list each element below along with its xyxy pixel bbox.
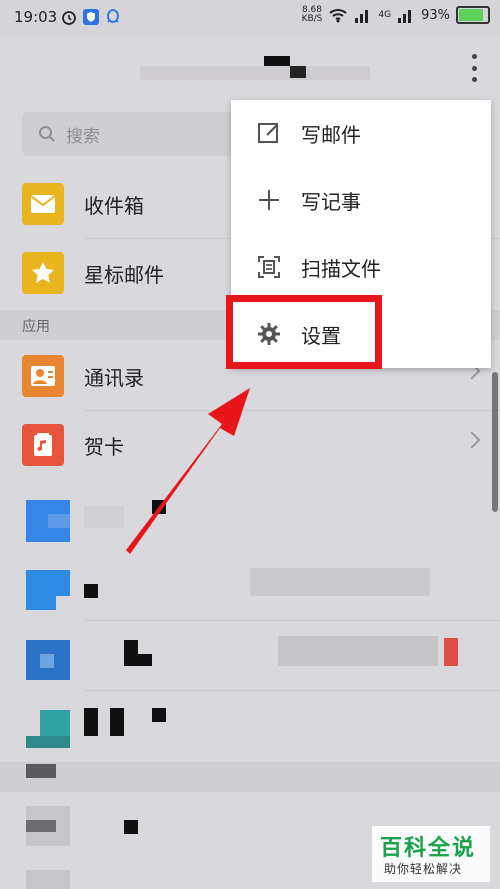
watermark-subtitle: 助你轻松解决 [384,862,463,876]
watermark-logo: 百科全说 助你轻松解决 [372,826,490,882]
watermark-title: 百科全说 [380,836,477,861]
pointer-arrow [126,388,250,554]
